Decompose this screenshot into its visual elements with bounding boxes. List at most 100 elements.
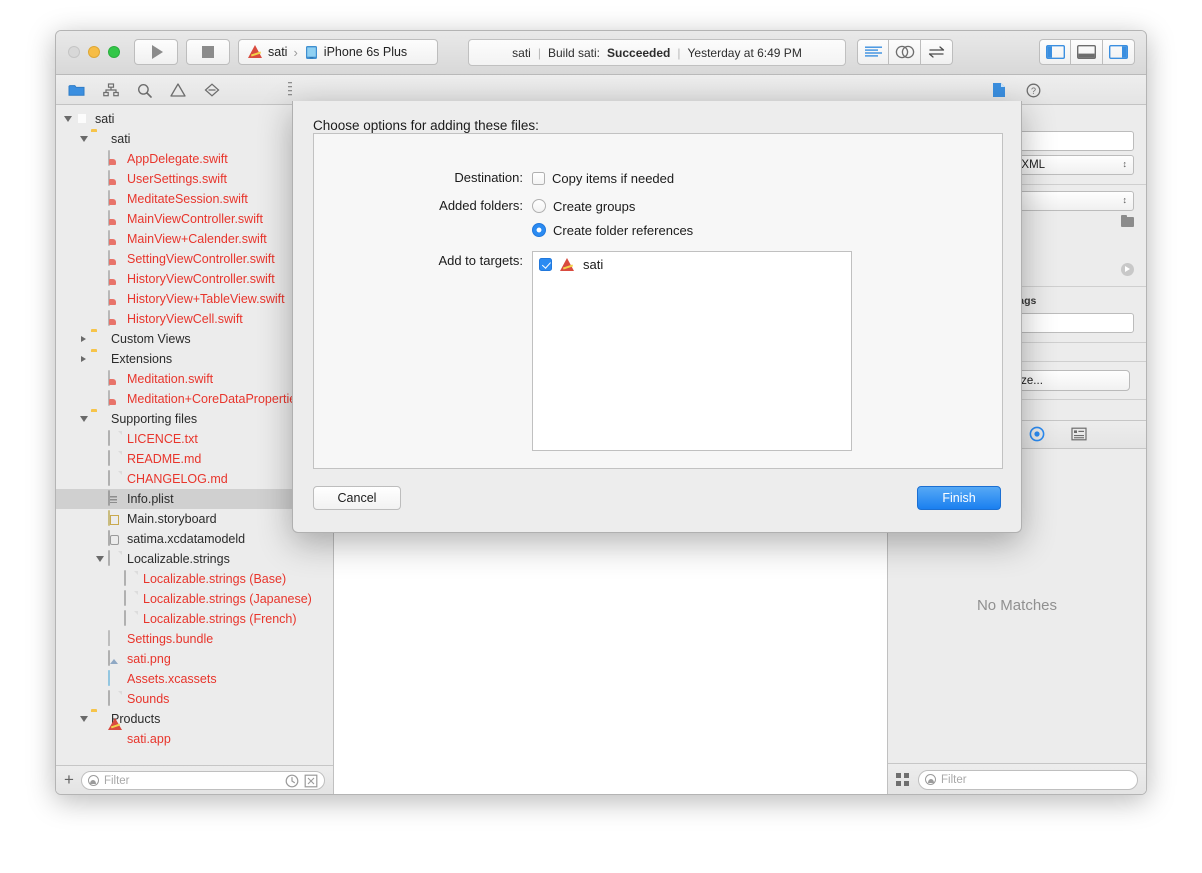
- swift-icon: [107, 230, 122, 247]
- library-filter-input[interactable]: Filter: [918, 769, 1138, 790]
- triangle-icon: [95, 556, 104, 562]
- source-control-filter-icon[interactable]: [304, 774, 318, 788]
- tree-row[interactable]: satima.xcdatamodeld: [56, 529, 333, 549]
- zoom-window-button[interactable]: [108, 46, 120, 58]
- create-folder-references-radio[interactable]: [532, 223, 546, 237]
- scheme-separator: ›: [293, 44, 298, 60]
- standard-editor-button[interactable]: [857, 39, 889, 65]
- breakpoint-navigator-icon[interactable]: [204, 83, 220, 97]
- disclosure-triangle-closed[interactable]: [78, 354, 89, 365]
- activity-status-bar[interactable]: sati | Build sati: Succeeded | Yesterday…: [468, 39, 846, 66]
- close-window-button[interactable]: [68, 46, 80, 58]
- tree-row[interactable]: Assets.xcassets: [56, 669, 333, 689]
- toggle-navigator-button[interactable]: [1039, 39, 1071, 65]
- assets-icon: [107, 670, 122, 687]
- tree-row-label: Meditation.swift: [127, 372, 214, 386]
- triangle-icon: [79, 136, 88, 142]
- create-groups-radio[interactable]: [532, 199, 546, 213]
- tree-row-label: HistoryView+TableView.swift: [127, 292, 285, 306]
- media-library-icon[interactable]: [1070, 427, 1087, 441]
- folder-icon: [91, 331, 106, 347]
- file-inspector-icon[interactable]: [992, 82, 1006, 98]
- scheme-target-label: sati: [268, 45, 288, 59]
- bundle-icon: [107, 630, 122, 647]
- reveal-in-finder-icon[interactable]: [1121, 262, 1134, 276]
- version-editor-button[interactable]: [921, 39, 953, 65]
- folder-icon: [91, 351, 106, 367]
- tree-row-label: satima.xcdatamodeld: [127, 532, 246, 546]
- tree-row[interactable]: Sounds: [56, 689, 333, 709]
- find-navigator-icon[interactable]: [137, 83, 152, 98]
- targets-list[interactable]: sati: [532, 251, 852, 451]
- toggle-debug-area-button[interactable]: [1071, 39, 1103, 65]
- doc-icon: [107, 450, 122, 467]
- create-groups-radio-row[interactable]: Create groups: [532, 196, 693, 216]
- swift-icon: [107, 210, 122, 227]
- copy-items-checkbox-row[interactable]: Copy items if needed: [532, 168, 674, 188]
- add-item-button[interactable]: +: [64, 771, 74, 790]
- stop-button[interactable]: [186, 39, 230, 65]
- disclosure-triangle-open[interactable]: [78, 134, 89, 145]
- swift-icon: [107, 290, 122, 307]
- tree-row-label: Assets.xcassets: [127, 672, 217, 686]
- project-navigator-icon[interactable]: [68, 83, 85, 97]
- issue-navigator-icon[interactable]: [170, 83, 186, 97]
- navigator-filter-input[interactable]: Filter: [80, 771, 325, 790]
- tree-row[interactable]: Localizable.strings (French): [56, 609, 333, 629]
- app-icon: [107, 731, 122, 747]
- tree-row-label: HistoryViewController.swift: [127, 272, 275, 286]
- folder-icon: [91, 711, 106, 727]
- sheet-options-box: Destination: Copy items if needed Added …: [313, 133, 1003, 469]
- assistant-editor-button[interactable]: [889, 39, 921, 65]
- cancel-button[interactable]: Cancel: [313, 486, 401, 510]
- add-to-targets-row: Add to targets: sati: [314, 251, 1002, 451]
- quick-help-inspector-icon[interactable]: ?: [1026, 83, 1041, 98]
- tree-row-label: Info.plist: [127, 492, 174, 506]
- disclosure-triangle-open[interactable]: [78, 414, 89, 425]
- scheme-selector[interactable]: sati › iPhone 6s Plus: [238, 39, 438, 65]
- tree-row[interactable]: sati.png: [56, 649, 333, 669]
- minimize-window-button[interactable]: [88, 46, 100, 58]
- status-result: Succeeded: [607, 45, 671, 60]
- disclosure-triangle-closed[interactable]: [78, 334, 89, 345]
- disclosure-triangle-open[interactable]: [78, 714, 89, 725]
- tree-row-label: Main.storyboard: [127, 512, 217, 526]
- tree-row-label: UserSettings.swift: [127, 172, 228, 186]
- swift-icon: [107, 190, 122, 207]
- symbol-navigator-icon[interactable]: [103, 83, 119, 97]
- grid-view-toggle-icon[interactable]: [896, 773, 909, 786]
- disclosure-triangle-open[interactable]: [94, 554, 105, 565]
- finish-button[interactable]: Finish: [917, 486, 1001, 510]
- folder-icon: [91, 131, 106, 147]
- chevron-updown-icon-2: ↕: [1122, 195, 1128, 206]
- tree-row[interactable]: Settings.bundle: [56, 629, 333, 649]
- tree-row[interactable]: Localizable.strings (Base): [56, 569, 333, 589]
- create-groups-label: Create groups: [553, 198, 636, 214]
- status-timestamp: Yesterday at 6:49 PM: [687, 45, 802, 60]
- navigator-tab-bar: [68, 75, 220, 105]
- tree-row-label: CHANGELOG.md: [127, 472, 228, 486]
- object-library-icon[interactable]: [1029, 426, 1045, 442]
- target-checkbox[interactable]: [539, 258, 552, 271]
- tree-row[interactable]: Localizable.strings: [56, 549, 333, 569]
- tree-row[interactable]: sati.app: [56, 729, 333, 749]
- tree-row-label: Custom Views: [111, 332, 191, 346]
- recent-files-filter-icon[interactable]: [285, 774, 299, 788]
- choose-folder-icon[interactable]: [1121, 215, 1134, 227]
- tree-row[interactable]: Localizable.strings (Japanese): [56, 589, 333, 609]
- toggle-utilities-button[interactable]: [1103, 39, 1135, 65]
- run-button[interactable]: [134, 39, 178, 65]
- disclosure-triangle-open[interactable]: [62, 114, 73, 125]
- tree-row-label: sati.app: [127, 732, 171, 746]
- library-filter-icon: [925, 774, 936, 785]
- target-row[interactable]: sati: [533, 252, 851, 272]
- window-titlebar: sati › iPhone 6s Plus sati | Build sati:…: [56, 31, 1146, 75]
- tree-row-label: Localizable.strings (Japanese): [143, 592, 312, 606]
- tree-row-label: Settings.bundle: [127, 632, 214, 646]
- tree-row[interactable]: Products: [56, 709, 333, 729]
- app-target-icon: [559, 257, 576, 272]
- navigator-filter-bar: + Filter: [56, 765, 333, 794]
- doc-icon: [107, 470, 122, 487]
- copy-items-checkbox[interactable]: [532, 171, 545, 185]
- create-folder-refs-radio-row[interactable]: Create folder references: [532, 220, 693, 240]
